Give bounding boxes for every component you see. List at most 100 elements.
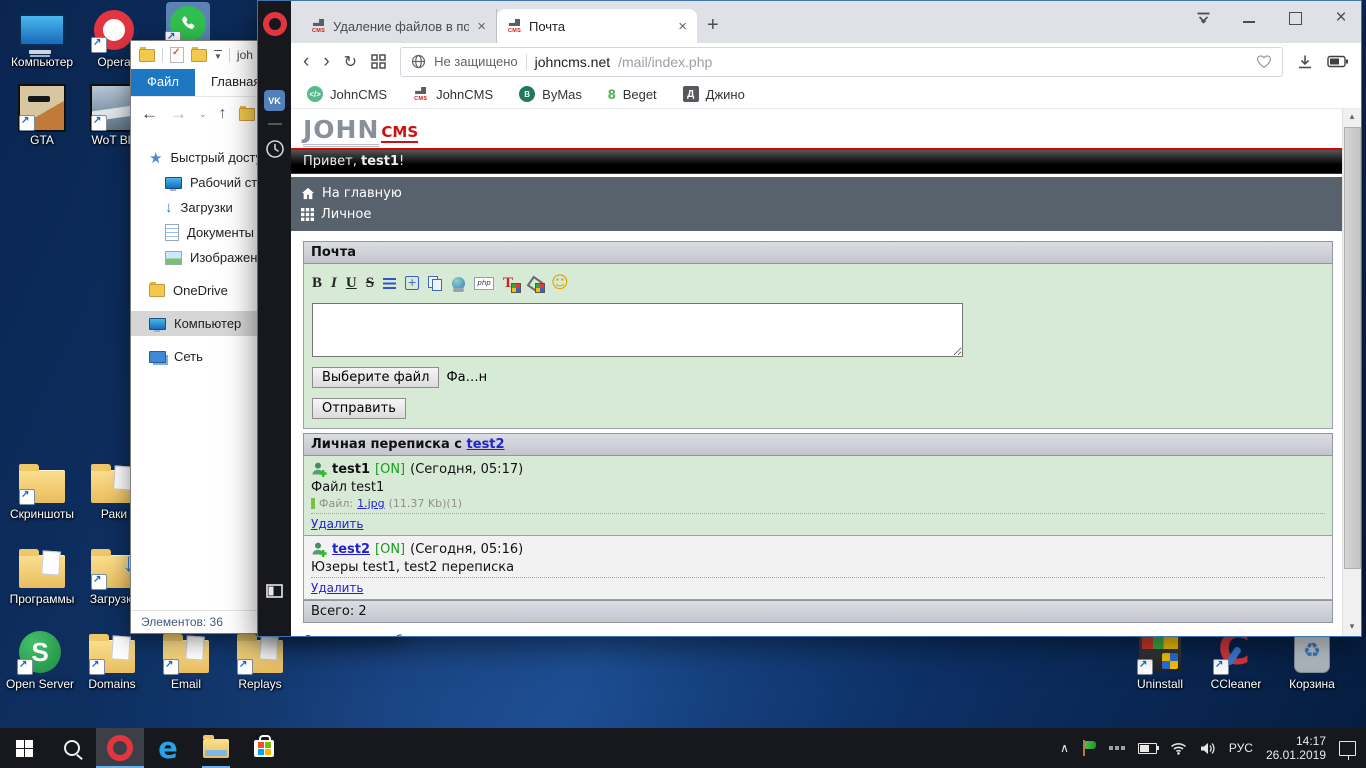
new-tab-icon[interactable] (707, 14, 719, 37)
customize-toolbar-icon[interactable]: ▼ (214, 50, 222, 61)
close-window-icon[interactable] (1333, 10, 1349, 26)
desktop-icon-label: CCleaner (1198, 678, 1274, 691)
battery-icon[interactable] (1138, 743, 1157, 754)
desktop-icon-gta[interactable]: GTA (4, 84, 80, 147)
taskbar-clock[interactable]: 14:17 26.01.2019 (1266, 734, 1326, 762)
johncms-favicon (507, 18, 523, 34)
tray-flag-icon[interactable] (1082, 740, 1096, 756)
php-code-icon[interactable] (474, 277, 494, 290)
folder-icon[interactable] (139, 49, 155, 62)
strikethrough-button[interactable]: S (366, 275, 374, 292)
recent-locations-icon[interactable] (199, 109, 207, 120)
properties-icon[interactable] (170, 47, 184, 63)
tab-inactive[interactable]: Удаление файлов в почте (301, 9, 497, 43)
scroll-down-icon[interactable] (1343, 619, 1361, 636)
desktop-icon-domains[interactable]: Domains (74, 628, 150, 691)
desktop-icon-open-server[interactable]: Open Server (0, 628, 80, 691)
thread-user-link[interactable]: test2 (467, 437, 505, 452)
minimize-icon[interactable] (1243, 14, 1255, 23)
bookmark-heart-icon[interactable] (1256, 54, 1272, 69)
johncms-logo: JOHN (303, 115, 379, 147)
taskbar-opera-button[interactable] (96, 728, 144, 768)
desktop-icon-label: Компьютер (4, 56, 80, 69)
desktop-icon-ccleaner[interactable]: CCleaner (1198, 628, 1274, 691)
desktop-icon-programs[interactable]: Программы (4, 543, 80, 606)
history-clock-icon[interactable] (265, 139, 285, 159)
delete-message-link[interactable]: Удалить (311, 517, 364, 531)
vk-icon[interactable]: VK (264, 90, 285, 111)
tray-dots-icon[interactable] (1109, 746, 1125, 750)
forward-icon[interactable] (170, 107, 187, 121)
computer-icon (19, 14, 65, 46)
desktop-icon-recycle-bin[interactable]: Корзина (1274, 628, 1350, 691)
delete-message-link[interactable]: Удалить (311, 581, 364, 595)
bookmark-jino[interactable]: ДДжино (683, 86, 745, 102)
close-tab-icon[interactable] (676, 18, 689, 35)
scroll-up-icon[interactable] (1343, 109, 1361, 126)
new-folder-icon[interactable] (191, 49, 207, 62)
speaker-icon[interactable] (1200, 742, 1216, 755)
desktop-icon-screenshots[interactable]: Скриншоты (4, 458, 80, 521)
reload-icon[interactable] (344, 52, 357, 72)
desktop-icon-email[interactable]: Email (148, 628, 224, 691)
scrollbar-thumb[interactable] (1344, 127, 1361, 569)
beget-icon (608, 86, 616, 102)
downloads-icon[interactable] (1297, 54, 1313, 70)
underline-button[interactable]: U (346, 275, 357, 292)
nav-personal-link[interactable]: Личное (301, 204, 1333, 225)
bookmark-label: JohnCMS (436, 87, 493, 102)
desktop-icon-replays[interactable]: Replays (222, 628, 298, 691)
address-bar[interactable]: Не защищено johncms.net/mail/index.php (400, 47, 1283, 77)
taskbar-edge-button[interactable] (144, 728, 192, 768)
maximize-icon[interactable] (1289, 12, 1302, 25)
bookmark-johncms-dev[interactable]: </>JohnCMS (307, 86, 387, 102)
editor-toolbar: B I U S (312, 273, 1324, 293)
tray-expand-icon[interactable] (1060, 741, 1069, 755)
italic-button[interactable]: I (331, 275, 337, 292)
taskbar-explorer-button[interactable] (192, 728, 240, 768)
message-textarea[interactable] (312, 303, 963, 357)
fill-color-icon[interactable] (527, 276, 542, 291)
desktop-icon-uninstall[interactable]: Uninstall (1122, 628, 1198, 691)
choose-file-button[interactable]: Выберите файл (312, 367, 439, 388)
close-tab-icon[interactable] (475, 18, 488, 35)
tab-file[interactable]: Файл (131, 69, 195, 96)
nav-home-link[interactable]: На главную (301, 183, 1333, 204)
wifi-icon[interactable] (1170, 742, 1187, 755)
clear-messages-link[interactable]: Очистить сообщения (303, 632, 448, 636)
attachment-file-link[interactable]: 1.jpg (357, 497, 385, 510)
taskbar-search-button[interactable] (48, 728, 96, 768)
taskbar-store-button[interactable] (240, 728, 288, 768)
desktop-icon-computer[interactable]: Компьютер (4, 6, 80, 69)
language-indicator[interactable]: РУС (1229, 741, 1253, 755)
opera-logo-icon[interactable] (263, 12, 287, 36)
back-icon[interactable] (303, 52, 309, 71)
back-icon[interactable] (141, 107, 158, 121)
security-label[interactable]: Не защищено (434, 54, 518, 69)
sidebar-setup-icon[interactable] (266, 584, 283, 598)
speed-dial-icon[interactable] (371, 54, 386, 69)
text-color-icon[interactable] (503, 276, 518, 291)
user-avatar-icon (311, 541, 327, 557)
time: 14:17 (1266, 734, 1326, 748)
tab-menu-icon[interactable] (1195, 10, 1211, 26)
start-button[interactable] (0, 728, 48, 768)
up-icon[interactable] (219, 107, 227, 121)
bookmark-beget[interactable]: Beget (608, 86, 657, 102)
bookmark-bymas[interactable]: BByMas (519, 86, 582, 102)
list-icon[interactable] (383, 278, 396, 289)
message-username-link[interactable]: test2 (332, 542, 370, 557)
action-center-icon[interactable] (1339, 741, 1356, 756)
send-button[interactable]: Отправить (312, 398, 406, 419)
battery-icon[interactable] (1327, 55, 1349, 68)
forward-icon[interactable] (323, 52, 329, 71)
bold-button[interactable]: B (312, 275, 322, 292)
copy-icon[interactable] (428, 276, 443, 290)
smiley-icon[interactable] (551, 276, 569, 291)
divider (229, 48, 230, 62)
tab-active[interactable]: Почта (497, 9, 697, 43)
page-scrollbar[interactable] (1342, 109, 1361, 636)
bookmark-johncms[interactable]: JohnCMS (413, 86, 493, 102)
link-icon[interactable] (452, 277, 465, 290)
insert-plus-icon[interactable] (405, 276, 419, 290)
